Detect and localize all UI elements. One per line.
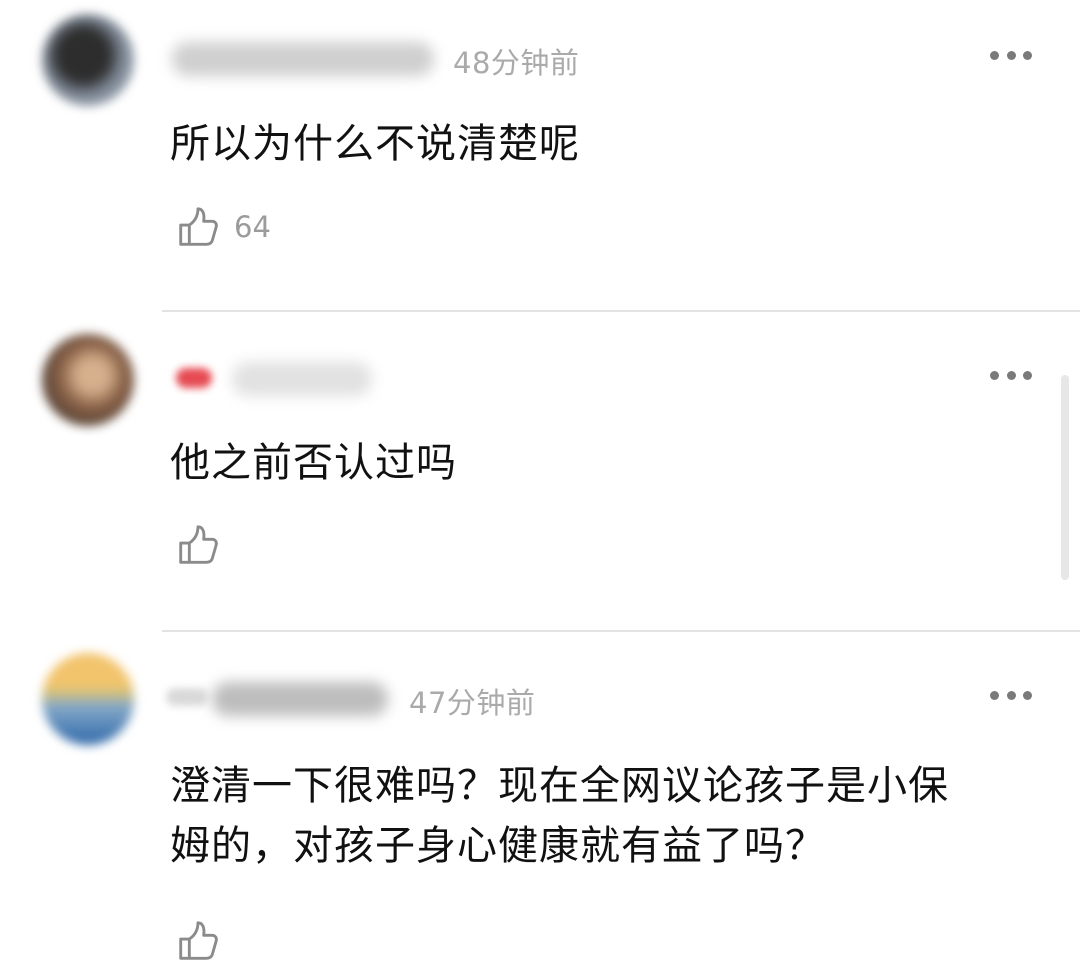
comment-text: 澄清一下很难吗？现在全网议论孩子是小保 姆的，对孩子身心健康就有益了吗？: [170, 756, 1050, 876]
more-dot-icon: [1006, 690, 1016, 700]
comment-text: 所以为什么不说清楚呢: [170, 121, 580, 167]
more-dot-icon: [990, 50, 999, 60]
more-dot-icon: [1023, 690, 1032, 700]
thumbs-up-icon: [179, 207, 218, 246]
user-prefix-blurred: [166, 688, 208, 706]
like-button[interactable]: 64: [174, 204, 271, 250]
comment-text-line: 姆的，对孩子身心健康就有益了吗？: [170, 823, 826, 869]
more-options-button[interactable]: [990, 369, 1032, 381]
comment-time: 48分钟前: [453, 46, 580, 80]
more-options-button[interactable]: [990, 49, 1032, 61]
more-dot-icon: [1006, 50, 1016, 60]
more-dot-icon: [1023, 370, 1032, 380]
more-dot-icon: [1023, 50, 1032, 60]
comment-divider: [162, 630, 1080, 632]
like-button[interactable]: [174, 522, 220, 568]
comment-time: 47分钟前: [409, 686, 536, 720]
username-blurred[interactable]: [212, 682, 388, 716]
user-badge-icon: [176, 368, 212, 388]
avatar[interactable]: [42, 334, 134, 426]
username-blurred[interactable]: [232, 362, 372, 396]
like-count: 64: [234, 210, 271, 244]
avatar[interactable]: [42, 653, 134, 745]
more-dot-icon: [990, 690, 999, 700]
comment-divider: [162, 310, 1080, 312]
comment-text: 他之前否认过吗: [170, 440, 457, 486]
thumbs-up-icon: [179, 921, 218, 960]
more-options-button[interactable]: [990, 689, 1032, 701]
comment-text-line: 澄清一下很难吗？现在全网议论孩子是小保: [170, 763, 949, 809]
scrollbar[interactable]: [1061, 375, 1069, 580]
thumbs-up-icon: [179, 525, 218, 564]
more-dot-icon: [990, 370, 999, 380]
like-button[interactable]: [174, 918, 220, 964]
avatar[interactable]: [42, 14, 134, 106]
username-blurred[interactable]: [172, 42, 434, 76]
more-dot-icon: [1006, 370, 1016, 380]
